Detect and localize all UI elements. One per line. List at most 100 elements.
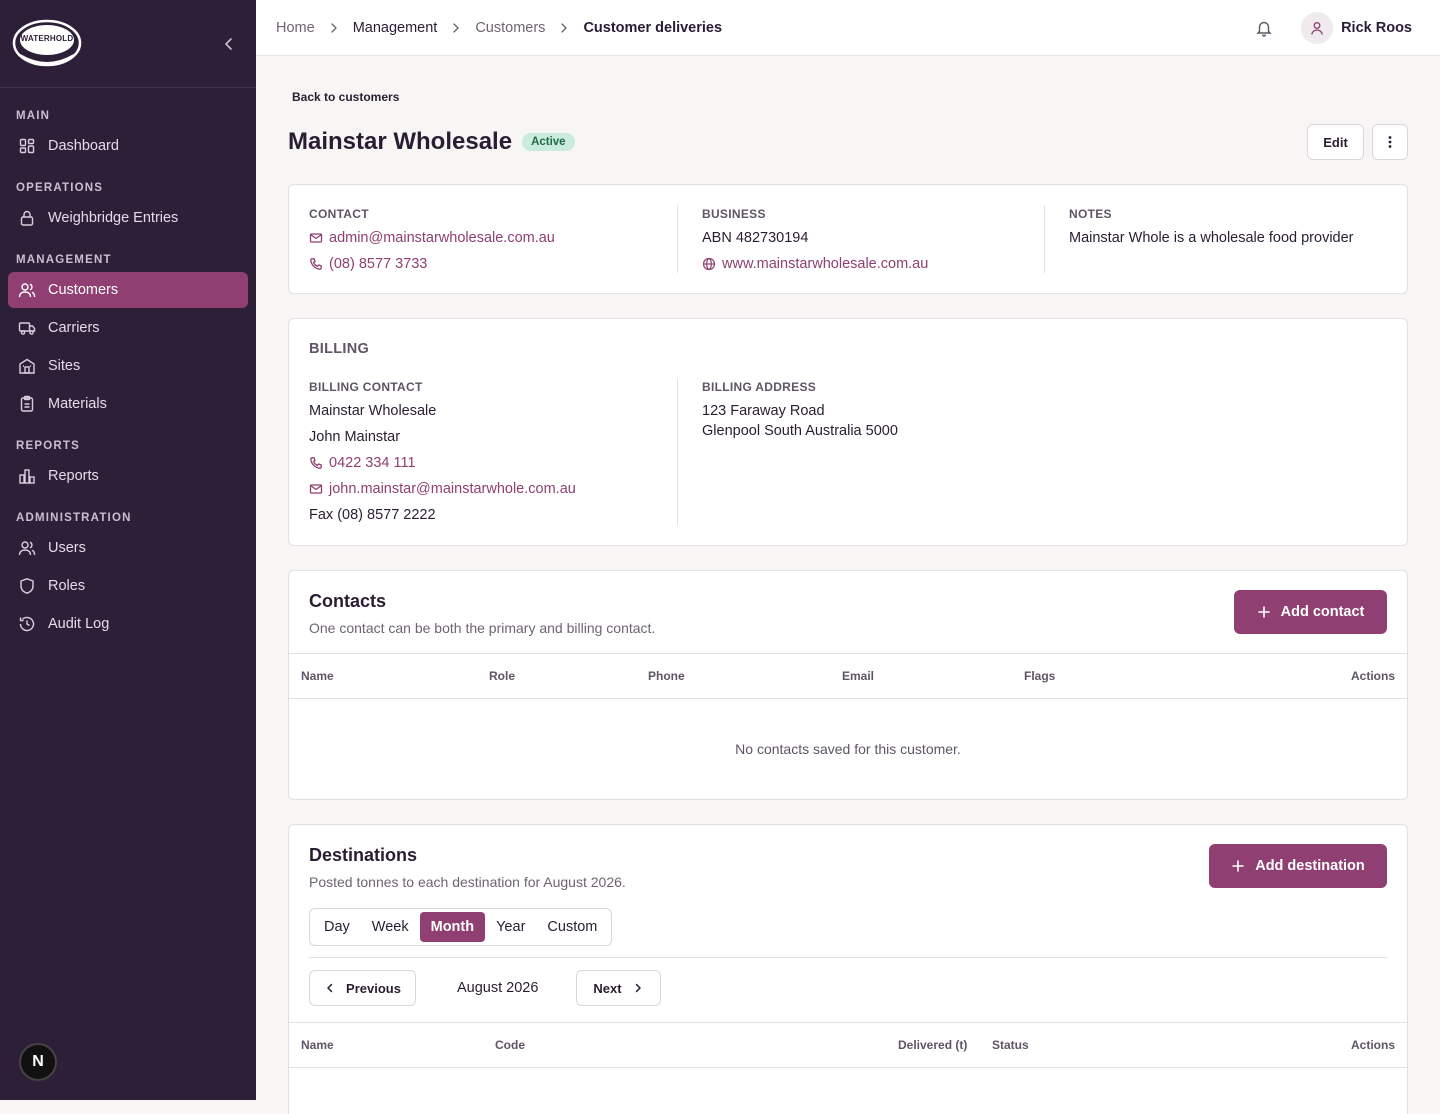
breadcrumb-current: Customer deliveries (583, 19, 723, 36)
logo-text: WATERHOLD (20, 34, 74, 43)
sidebar-item-label: Carriers (48, 320, 100, 336)
chevron-left-icon (324, 982, 336, 994)
column-header[interactable]: Role (489, 669, 515, 683)
range-custom-button[interactable]: Custom (536, 912, 608, 942)
nav-section-management: MANAGEMENT (16, 254, 112, 266)
more-options-button[interactable] (1372, 124, 1408, 160)
sidebar-item-weighbridge-entries[interactable]: Weighbridge Entries (8, 200, 248, 236)
building-icon (18, 357, 36, 375)
next-period-button[interactable]: Next (576, 970, 661, 1006)
topbar: Home Management Customers Customer deliv… (256, 0, 1440, 56)
contact-phone-link[interactable]: (08) 8577 3733 (309, 256, 427, 272)
page-title: Mainstar Wholesale (288, 128, 513, 155)
sidebar-item-sites[interactable]: Sites (8, 348, 248, 384)
divider (309, 957, 1387, 958)
sidebar-item-carriers[interactable]: Carriers (8, 310, 248, 346)
range-day-button[interactable]: Day (313, 912, 361, 942)
sidebar-item-label: Customers (48, 282, 119, 298)
billing-email: john.mainstar@mainstarwhole.com.au (329, 481, 576, 497)
column-divider (1044, 205, 1045, 273)
range-week-button[interactable]: Week (361, 912, 420, 942)
breadcrumb-home[interactable]: Home (276, 20, 315, 36)
sidebar-item-customers[interactable]: Customers (8, 272, 248, 308)
sidebar-item-label: Weighbridge Entries (48, 210, 179, 226)
business-website: www.mainstarwholesale.com.au (722, 256, 929, 272)
collapse-sidebar-icon[interactable] (219, 34, 239, 54)
user-name[interactable]: Rick Roos (1341, 20, 1412, 36)
plus-icon (1231, 859, 1245, 873)
previous-label: Previous (346, 980, 401, 996)
dashboard-icon (18, 137, 36, 155)
add-contact-button[interactable]: Add contact (1234, 590, 1387, 634)
back-to-customers-link[interactable]: Back to customers (292, 90, 399, 104)
contact-email-link[interactable]: admin@mainstarwholesale.com.au (309, 230, 555, 246)
overview-card: CONTACT admin@mainstarwholesale.com.au (… (288, 184, 1408, 294)
column-header[interactable]: Status (992, 1038, 1029, 1052)
column-header[interactable]: Name (301, 669, 334, 683)
chevron-right-icon (632, 982, 644, 994)
users-icon (18, 281, 36, 299)
column-header[interactable]: Flags (1024, 669, 1055, 683)
column-header: Actions (1350, 1038, 1395, 1052)
contacts-subtitle: One contact can be both the primary and … (309, 620, 656, 636)
column-header[interactable]: Name (301, 1038, 334, 1052)
billing-phone-link[interactable]: 0422 334 111 (309, 455, 416, 471)
business-website-link[interactable]: www.mainstarwholesale.com.au (702, 256, 928, 272)
dev-tools-badge[interactable]: N (19, 1043, 57, 1081)
contacts-table-header: Name Role Phone Email Flags Actions (289, 653, 1407, 699)
sidebar-item-audit-log[interactable]: Audit Log (8, 606, 248, 642)
breadcrumb-customers[interactable]: Customers (475, 20, 545, 36)
column-header[interactable]: Code (495, 1038, 525, 1052)
add-destination-button[interactable]: Add destination (1209, 844, 1387, 888)
range-selector: Day Week Month Year Custom (309, 908, 613, 946)
truck-icon (18, 319, 36, 337)
avatar[interactable] (1301, 11, 1334, 44)
sidebar-item-roles[interactable]: Roles (8, 568, 248, 604)
sidebar-item-label: Audit Log (48, 616, 110, 632)
contact-email: admin@mainstarwholesale.com.au (329, 230, 555, 246)
phone-icon (309, 456, 323, 470)
sidebar: WATERHOLD MAIN Dashboard OPERATIONS Weig… (0, 0, 256, 1100)
users-icon (18, 539, 36, 557)
breadcrumb-management[interactable]: Management (353, 20, 438, 36)
business-abn: ABN 482730194 (702, 230, 809, 246)
sidebar-item-materials[interactable]: Materials (8, 386, 248, 422)
brand-header: WATERHOLD (0, 0, 256, 88)
billing-address-label: BILLING ADDRESS (702, 380, 817, 394)
destinations-title: Destinations (309, 845, 418, 865)
topbar-actions: Rick Roos (1255, 11, 1440, 44)
column-header[interactable]: Email (842, 669, 874, 683)
column-divider (677, 379, 678, 525)
sidebar-item-label: Sites (48, 358, 81, 374)
notes-label: NOTES (1069, 207, 1112, 221)
add-destination-label: Add destination (1255, 858, 1365, 874)
waterhold-logo[interactable]: WATERHOLD (12, 19, 82, 67)
sidebar-item-users[interactable]: Users (8, 530, 248, 566)
user-icon (1311, 21, 1323, 35)
edit-button[interactable]: Edit (1307, 124, 1364, 160)
column-divider (677, 205, 678, 273)
add-contact-label: Add contact (1280, 604, 1365, 620)
contacts-empty-state: No contacts saved for this customer. (735, 741, 961, 757)
range-year-button[interactable]: Year (485, 912, 536, 942)
sidebar-item-dashboard[interactable]: Dashboard (8, 128, 248, 164)
nav-section-operations: OPERATIONS (16, 182, 104, 194)
range-month-button[interactable]: Month (419, 912, 486, 942)
billing-fax: Fax (08) 8577 2222 (309, 507, 436, 523)
plus-icon (1257, 605, 1271, 619)
column-header[interactable]: Delivered (t) (898, 1038, 967, 1052)
previous-period-button[interactable]: Previous (309, 970, 416, 1006)
contacts-title: Contacts (309, 591, 387, 611)
phone-icon (309, 257, 323, 271)
history-icon (18, 615, 36, 633)
column-header[interactable]: Phone (648, 669, 685, 683)
notes-text: Mainstar Whole is a wholesale food provi… (1069, 230, 1354, 246)
sidebar-item-reports[interactable]: Reports (8, 458, 248, 494)
nav-section-main: MAIN (16, 110, 51, 122)
billing-email-link[interactable]: john.mainstar@mainstarwhole.com.au (309, 481, 576, 497)
bell-icon[interactable] (1255, 19, 1273, 37)
column-header: Actions (1350, 669, 1395, 683)
billing-title: BILLING (309, 341, 370, 357)
chevron-right-icon (327, 21, 341, 35)
billing-phone: 0422 334 111 (329, 455, 416, 471)
